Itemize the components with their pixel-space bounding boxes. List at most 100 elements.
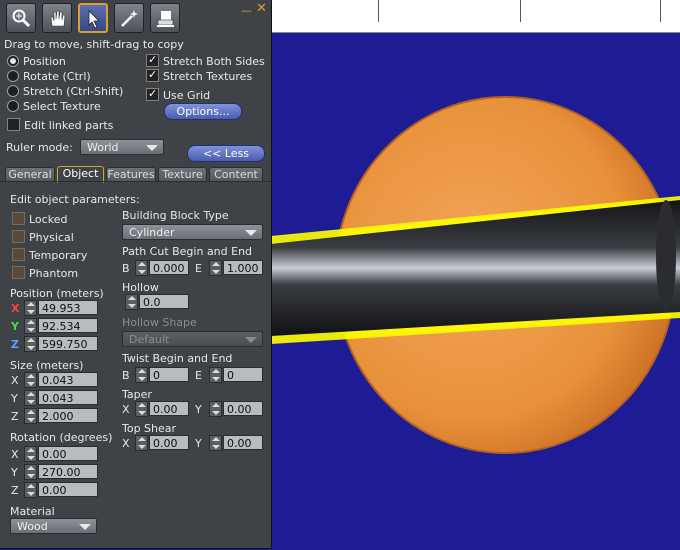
top-shear-x-label: X [122,437,130,450]
position-y-stepper[interactable] [24,318,37,334]
twist-begin-stepper[interactable] [135,367,148,383]
size-y-field[interactable]: 0.043 [38,390,98,405]
stretch-textures-checkbox[interactable] [146,68,159,82]
mode-rotate-radio[interactable] [7,70,19,82]
position-label: Position (meters) [10,287,104,300]
chevron-down-icon [146,145,158,151]
position-z-field[interactable]: 599.750 [38,336,98,351]
create-tool-button[interactable] [114,3,144,33]
mode-select-texture-radio[interactable] [7,100,19,112]
twist-b-label: B [122,369,130,382]
position-y-field[interactable]: 92.534 [38,318,98,333]
close-icon[interactable]: ✕ [256,2,267,15]
material-label: Material [10,505,55,518]
position-z-axis: Z [11,338,19,351]
hollow-shape-value: Default [129,333,170,346]
building-block-label: Building Block Type [122,209,229,222]
ruler-mode-select[interactable]: World [80,139,164,155]
taper-y-field[interactable]: 0.00 [223,401,263,416]
position-x-field[interactable]: 49.953 [38,300,98,315]
twist-end-field[interactable]: 0 [223,367,263,382]
tab-texture[interactable]: Texture [158,167,207,182]
rotation-y-axis: Y [11,466,18,479]
hollow-shape-select: Default [122,331,263,347]
size-y-axis: Y [11,392,18,405]
hint-text: Drag to move, shift-drag to copy [4,38,184,51]
stretch-both-sides-checkbox[interactable] [146,53,159,67]
rotation-z-field[interactable]: 0.00 [38,482,98,497]
focus-tool-button[interactable] [6,3,36,33]
edit-linked-label: Edit linked parts [24,119,114,132]
ruler-mode-value: World [87,141,119,154]
building-block-select[interactable]: Cylinder [122,224,263,240]
physical-checkbox[interactable] [12,230,25,243]
position-x-axis: X [11,302,20,315]
pointer-icon [88,10,100,29]
rotation-z-axis: Z [11,484,19,497]
temporary-checkbox[interactable] [12,248,25,261]
magic-wand-icon [121,10,138,27]
taper-y-stepper[interactable] [209,401,222,417]
top-shear-x-field[interactable]: 0.00 [149,435,189,450]
building-block-value: Cylinder [129,226,175,239]
tab-general[interactable]: General [5,167,55,182]
top-shear-y-stepper[interactable] [209,435,222,451]
tab-features[interactable]: Features [106,167,156,182]
locked-checkbox[interactable] [12,212,25,225]
size-x-axis: X [11,374,19,387]
size-x-stepper[interactable] [24,372,37,388]
object-heading: Edit object parameters: [10,193,140,206]
minimize-icon[interactable]: — [241,4,252,17]
size-z-axis: Z [11,410,19,423]
taper-x-field[interactable]: 0.00 [149,401,189,416]
top-shear-y-label: Y [195,437,202,450]
magnifier-icon [12,9,31,28]
options-button[interactable]: Options... [164,103,242,120]
hollow-field[interactable]: 0.0 [139,294,189,309]
top-shear-x-stepper[interactable] [135,435,148,451]
phantom-checkbox[interactable] [12,266,25,279]
material-value: Wood [17,520,48,533]
rotation-x-axis: X [11,448,19,461]
path-cut-begin-stepper[interactable] [135,260,148,276]
size-x-field[interactable]: 0.043 [38,372,98,387]
land-tool-button[interactable] [150,3,180,33]
twist-end-stepper[interactable] [209,367,222,383]
use-grid-label: Use Grid [163,89,211,102]
rotation-x-field[interactable]: 0.00 [38,446,98,461]
edit-tool-button[interactable] [78,3,108,33]
taper-x-stepper[interactable] [135,401,148,417]
rotation-y-stepper[interactable] [24,464,37,480]
mode-position-radio[interactable] [7,55,19,67]
less-button[interactable]: << Less [187,145,265,162]
taper-y-label: Y [195,403,202,416]
path-cut-end-stepper[interactable] [209,260,222,276]
twist-begin-field[interactable]: 0 [149,367,189,382]
size-y-stepper[interactable] [24,390,37,406]
use-grid-checkbox[interactable] [146,87,159,101]
rotation-x-stepper[interactable] [24,446,37,462]
material-select[interactable]: Wood [10,518,97,534]
mode-stretch-radio[interactable] [7,85,19,97]
hollow-stepper[interactable] [125,294,138,310]
hollow-shape-label: Hollow Shape [122,316,197,329]
top-shear-y-field[interactable]: 0.00 [223,435,263,450]
rotation-z-stepper[interactable] [24,482,37,498]
tab-content[interactable]: Content [209,167,263,182]
chevron-down-icon [79,524,91,530]
path-cut-begin-field[interactable]: 0.000 [149,260,189,275]
taper-x-label: X [122,403,130,416]
position-x-stepper[interactable] [24,300,37,316]
position-z-stepper[interactable] [24,336,37,352]
hollow-label: Hollow [122,281,159,294]
rotation-y-field[interactable]: 270.00 [38,464,98,479]
ruler-mode-label: Ruler mode: [6,141,73,154]
mode-select-texture-label: Select Texture [23,100,101,113]
edit-linked-checkbox[interactable] [7,118,20,131]
size-z-stepper[interactable] [24,408,37,424]
size-z-field[interactable]: 2.000 [38,408,98,423]
top-shear-label: Top Shear [122,422,177,435]
move-tool-button[interactable] [42,3,72,33]
path-cut-end-field[interactable]: 1.000 [223,260,263,275]
position-y-axis: Y [11,320,19,333]
